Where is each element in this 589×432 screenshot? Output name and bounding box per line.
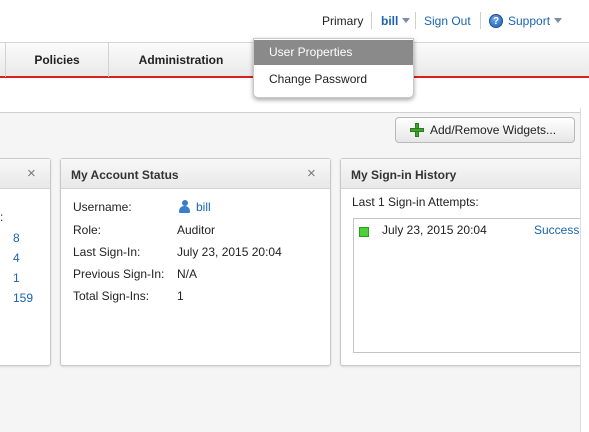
signin-history-widget: My Sign-in History Last 1 Sign-in Attemp… [340, 158, 589, 366]
sign-out-link[interactable]: Sign Out [424, 13, 471, 29]
signin-attempts-label: Last 1 Sign-in Attempts: [352, 195, 479, 209]
username-label: Username: [73, 200, 132, 214]
username-value: bill [196, 200, 211, 214]
total-signins-label: Total Sign-Ins: [73, 289, 150, 303]
plus-icon [410, 123, 424, 137]
primary-realm-label: Primary [322, 14, 364, 28]
user-dropdown-menu: User Properties Change Password [253, 38, 414, 98]
nav-item-administration[interactable]: Administration [109, 43, 253, 77]
partial-widget: × : 8 4 1 159 [0, 158, 51, 366]
widget-title: My Sign-in History [351, 168, 457, 182]
total-signins-value: 1 [177, 289, 184, 303]
username-link[interactable]: bill [179, 200, 211, 214]
last-signin-value: July 23, 2015 20:04 [177, 245, 282, 259]
chevron-down-icon [402, 18, 411, 24]
user-menu-label: bill [381, 14, 399, 28]
previous-signin-value: N/A [177, 267, 198, 281]
signin-history-list: July 23, 2015 20:04 Success [353, 218, 589, 353]
close-icon[interactable]: × [27, 166, 36, 181]
success-status-icon [359, 227, 369, 237]
divider [480, 12, 481, 29]
widget-header: My Account Status × [61, 159, 330, 189]
widget-header: My Sign-in History [341, 159, 589, 189]
menu-item-change-password[interactable]: Change Password [254, 67, 413, 92]
account-status-widget: My Account Status × Username: bill Role:… [60, 158, 331, 366]
count-link[interactable]: 4 [13, 251, 20, 265]
count-link[interactable]: 1 [13, 271, 20, 285]
user-icon [179, 200, 190, 213]
nav-item-policies[interactable]: Policies [6, 43, 108, 77]
role-label: Role: [73, 223, 102, 237]
support-label: Support [508, 14, 551, 28]
top-utility-bar: Primary bill Sign Out ? Support [0, 0, 589, 42]
divider [415, 12, 416, 29]
count-link[interactable]: 159 [13, 291, 33, 305]
user-menu-button[interactable]: bill [381, 13, 411, 29]
last-signin-label: Last Sign-In: [73, 245, 141, 259]
close-icon[interactable]: × [307, 166, 316, 181]
support-menu-button[interactable]: ? Support [489, 13, 563, 29]
previous-signin-label: Previous Sign-In: [73, 267, 165, 281]
signin-status-link[interactable]: Success [534, 223, 579, 237]
count-link[interactable]: 8 [13, 231, 20, 245]
role-value: Auditor [177, 223, 216, 237]
signin-date: July 23, 2015 20:04 [382, 223, 487, 237]
widget-header: × [0, 159, 50, 189]
add-remove-widgets-label: Add/Remove Widgets... [430, 123, 557, 137]
menu-item-user-properties[interactable]: User Properties [254, 40, 413, 65]
widget-title: My Account Status [71, 168, 179, 182]
add-remove-widgets-button[interactable]: Add/Remove Widgets... [395, 117, 575, 143]
chevron-down-icon [554, 17, 563, 23]
divider [371, 12, 372, 29]
page-scrollbar[interactable] [580, 108, 589, 432]
help-icon: ? [489, 14, 503, 28]
partial-label: : [0, 210, 4, 224]
